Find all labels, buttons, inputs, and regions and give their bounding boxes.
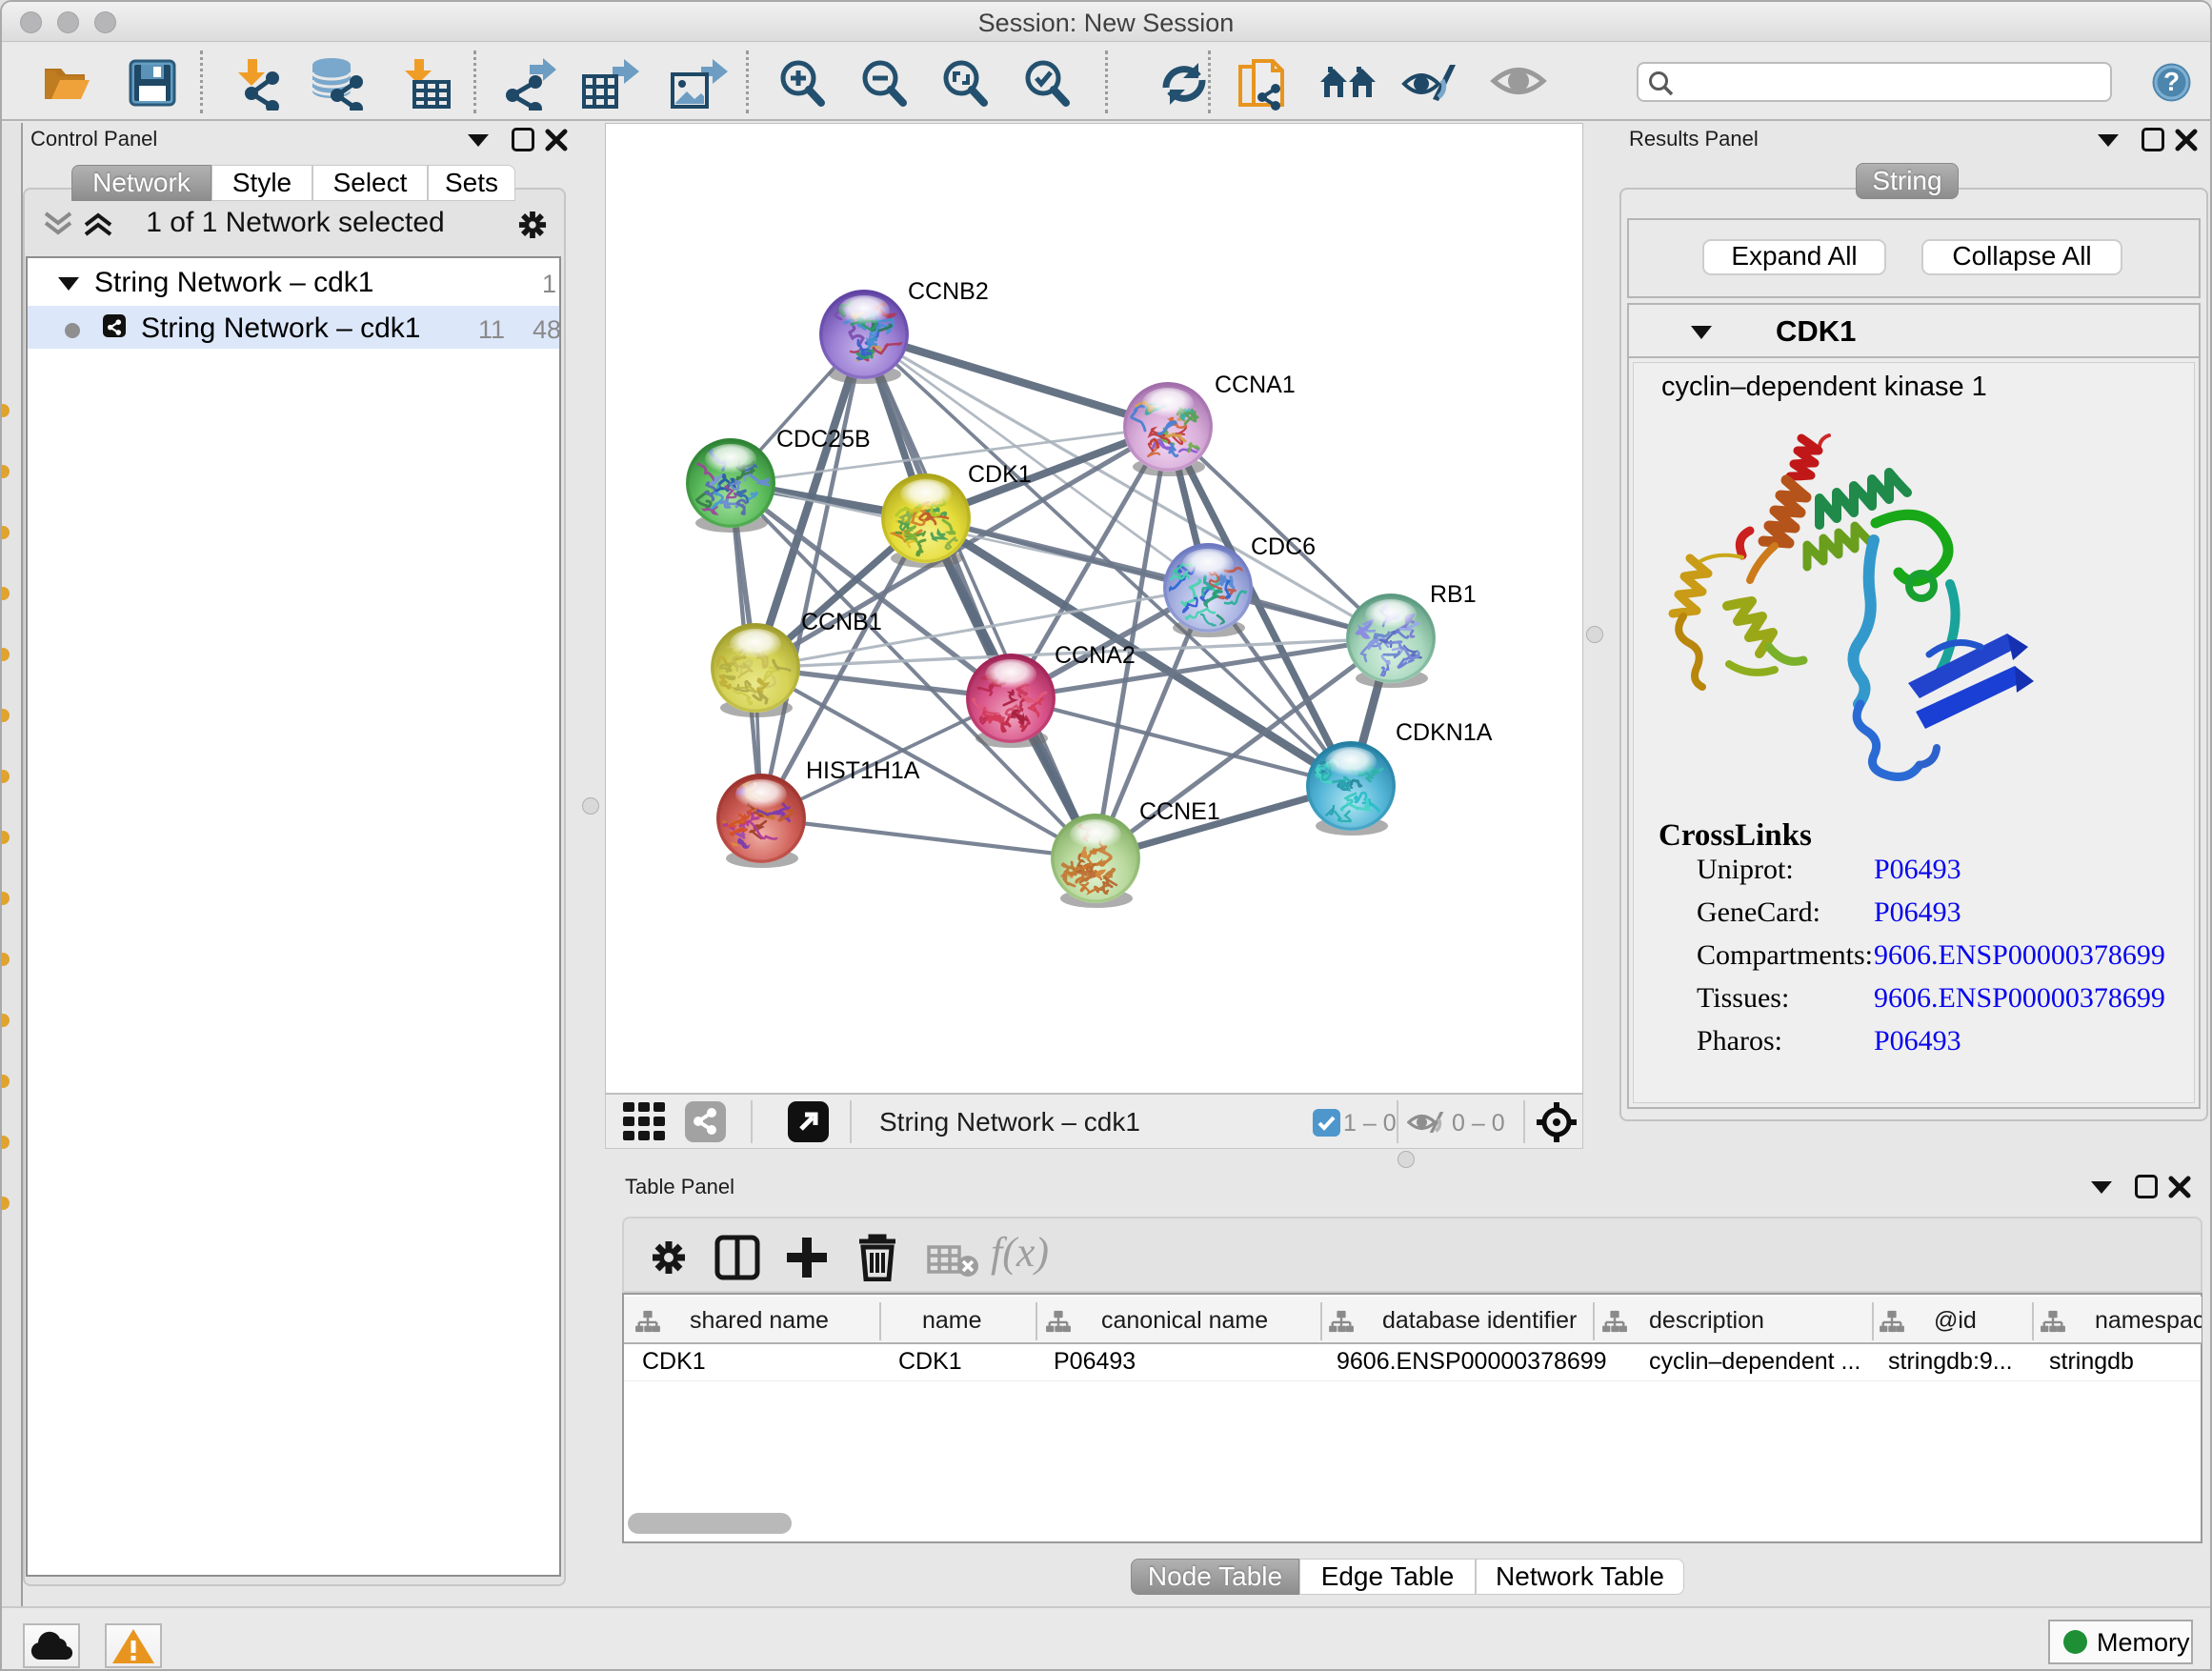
svg-text:?: ? xyxy=(2163,67,2180,96)
svg-text:CCNA1: CCNA1 xyxy=(1215,372,1296,398)
svg-text:CDC25B: CDC25B xyxy=(776,426,871,453)
svg-text:RB1: RB1 xyxy=(1430,581,1477,608)
svg-text:HIST1H1A: HIST1H1A xyxy=(806,757,920,784)
svg-text:CDK1: CDK1 xyxy=(968,461,1032,488)
svg-text:CCNE1: CCNE1 xyxy=(1139,798,1220,825)
svg-text:CDC6: CDC6 xyxy=(1251,534,1316,560)
svg-text:CCNB1: CCNB1 xyxy=(801,609,882,635)
svg-text:CCNA2: CCNA2 xyxy=(1055,642,1136,669)
svg-text:CDKN1A: CDKN1A xyxy=(1396,719,1493,746)
svg-text:CCNB2: CCNB2 xyxy=(908,278,989,305)
